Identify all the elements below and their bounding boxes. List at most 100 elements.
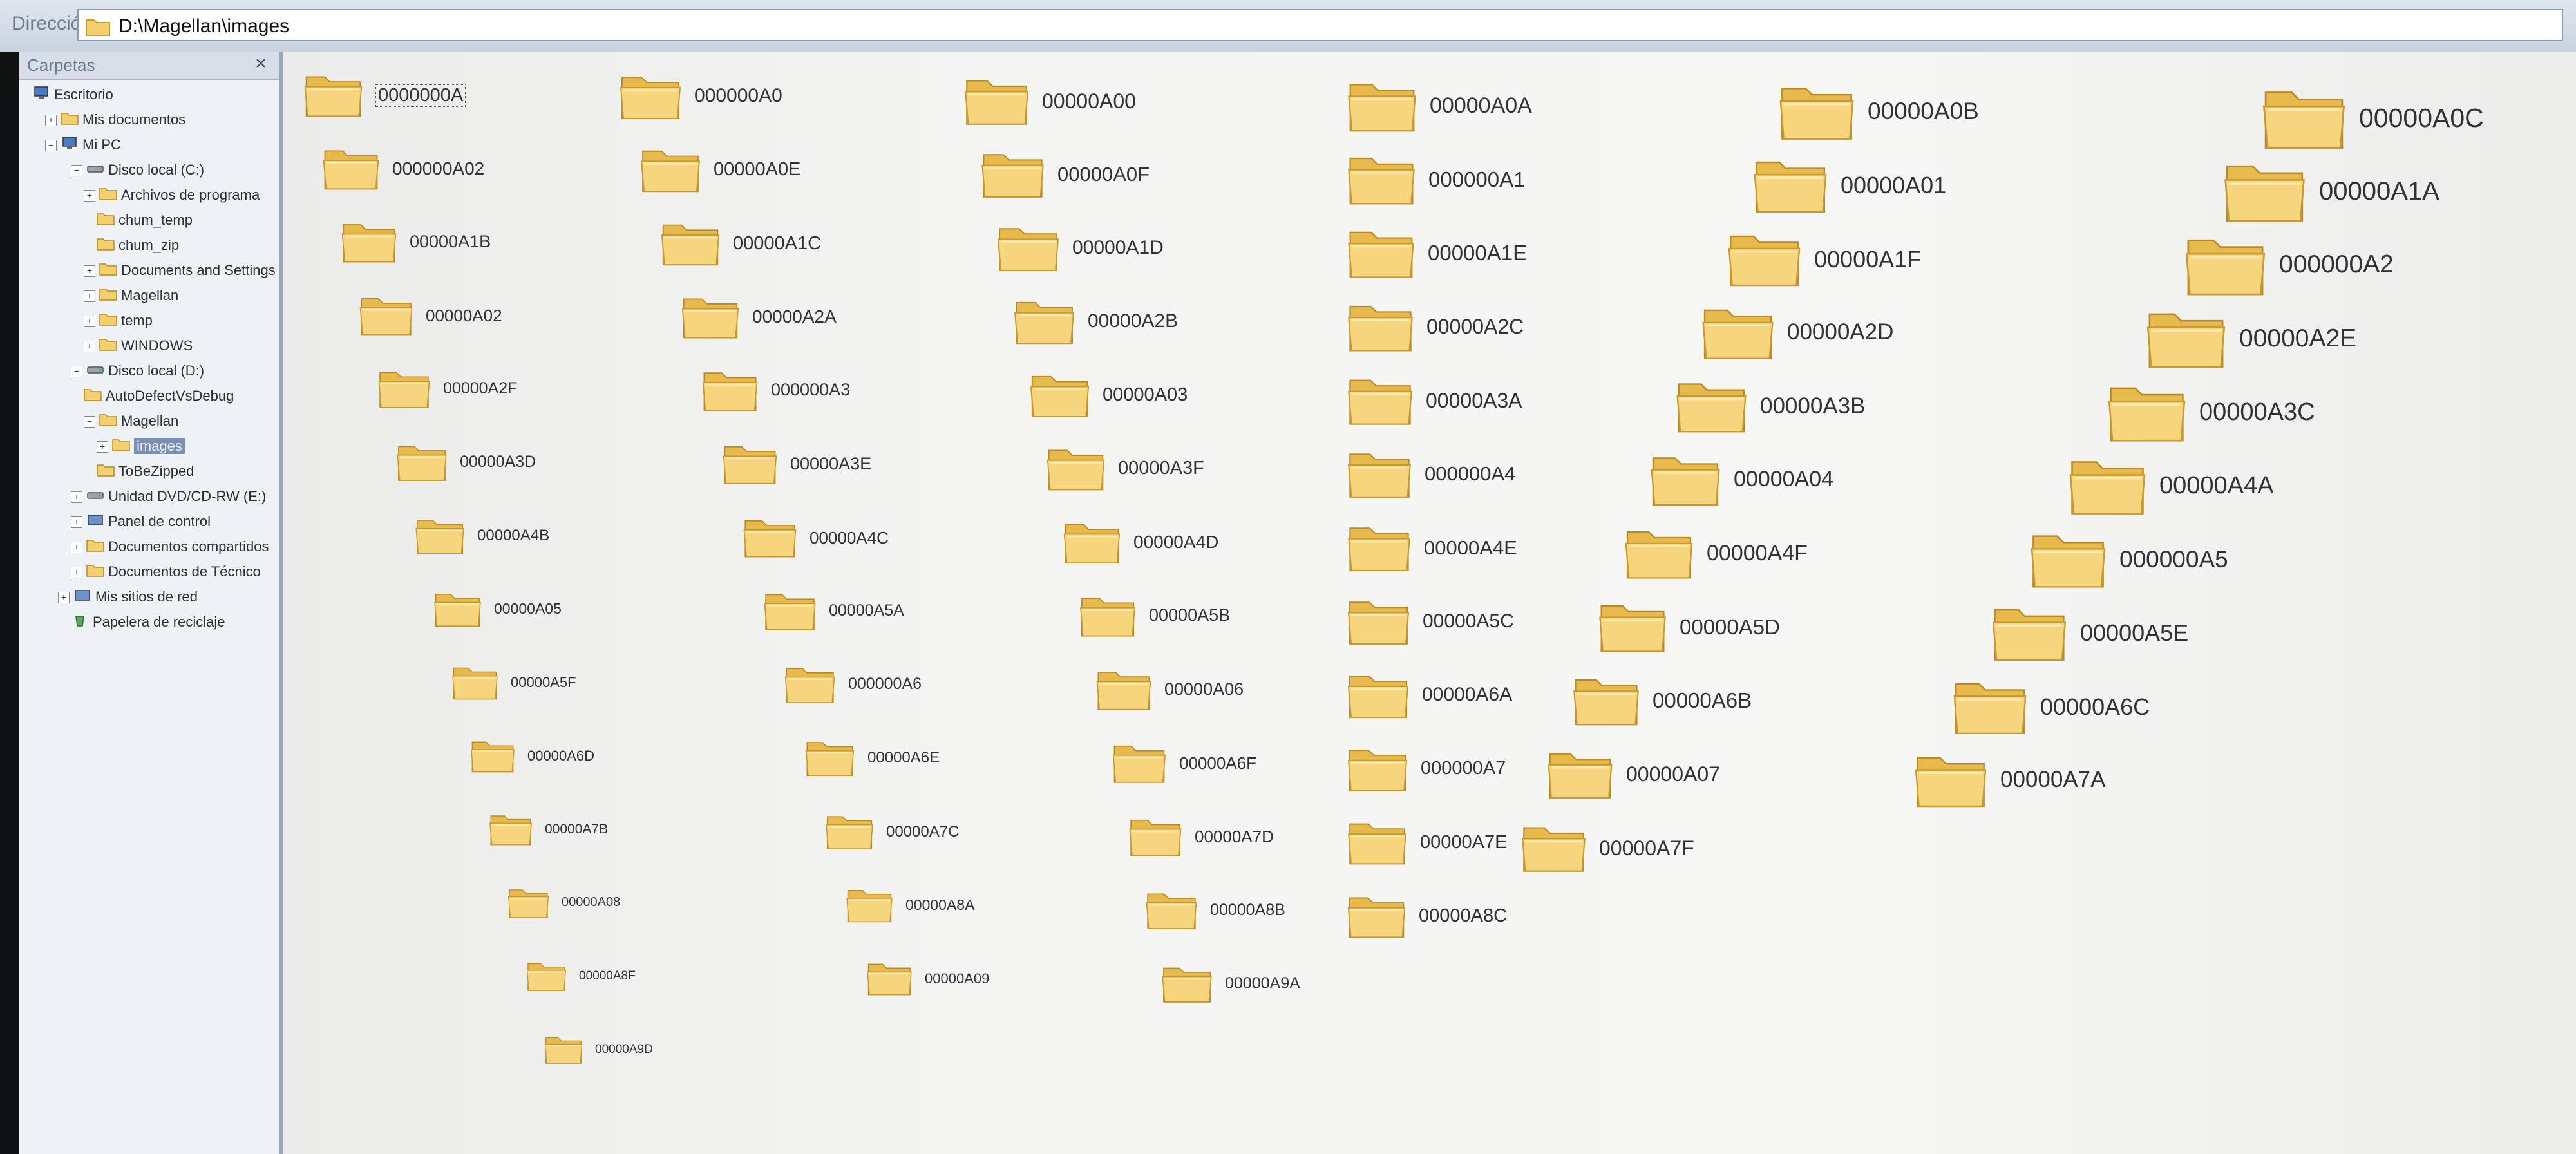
tree-item[interactable]: ToBeZipped (97, 459, 194, 484)
folder-item[interactable]: 000000A02 (321, 145, 612, 193)
folder-item[interactable]: 000000A4 (1346, 448, 1645, 501)
tree-item[interactable]: + Mis sitios de red (58, 585, 198, 609)
expand-icon[interactable]: + (58, 592, 70, 604)
folder-item[interactable]: 00000A3D (395, 441, 680, 484)
tree-item[interactable]: + WINDOWS (84, 334, 193, 358)
folder-item[interactable]: 00000A4E (1346, 522, 1644, 574)
tree-item[interactable]: + temp (84, 308, 153, 333)
folder-item[interactable]: 000000A5 (2029, 528, 2340, 592)
folder-item[interactable]: 00000A6E (804, 737, 1088, 779)
address-input[interactable]: D:\Magellan\images (77, 9, 2563, 41)
folder-item[interactable]: 00000A2B (1012, 296, 1308, 347)
folder-item[interactable]: 00000A7C (824, 811, 1106, 852)
tree-item[interactable]: chum_zip (97, 233, 179, 258)
folder-item[interactable]: 00000A4F (1623, 525, 1927, 582)
folder-item[interactable]: 00000A01 (1752, 155, 2061, 216)
folder-item[interactable]: 00000A03 (1028, 370, 1323, 421)
folder-item[interactable]: 00000A5D (1597, 599, 1900, 656)
collapse-icon[interactable]: − (84, 416, 95, 428)
folder-item[interactable]: 00000A4B (414, 515, 697, 556)
folder-item[interactable]: 00000A8A (845, 885, 1126, 925)
folder-item[interactable]: 00000A2F (377, 367, 663, 411)
folder-item[interactable]: 00000A0B (1777, 80, 2088, 144)
folder-item[interactable]: 00000A07 (1546, 747, 1846, 802)
folder-item[interactable]: 00000A3B (1674, 377, 1980, 436)
tree-item[interactable]: AutoDefectVsDebug (84, 384, 234, 408)
folder-item[interactable]: 00000A7A (1913, 750, 2221, 811)
tree-item[interactable]: + Magellan (84, 283, 178, 308)
folder-item[interactable]: 00000A1C (659, 219, 953, 269)
folder-item[interactable]: 00000A6C (1951, 676, 2260, 738)
folder-item[interactable]: 00000A8F (526, 960, 799, 993)
folder-item[interactable]: 00000A0A (1346, 77, 1650, 135)
folder-item[interactable]: 0000000A (303, 71, 596, 120)
tree-item[interactable]: + Documents and Settings (84, 258, 276, 283)
folder-item[interactable]: 00000A1A (2222, 158, 2539, 226)
expand-icon[interactable]: + (84, 190, 95, 202)
folder-item[interactable]: 00000A7B (488, 811, 765, 847)
folder-item[interactable]: 00000A2E (2145, 306, 2459, 372)
folder-item[interactable]: 00000A0C (2260, 84, 2576, 153)
folder-item[interactable]: 00000A2D (1700, 303, 2007, 363)
folder-item[interactable]: 00000A8C (1346, 892, 1639, 941)
tree-item[interactable]: chum_temp (97, 208, 193, 232)
tree-item[interactable]: Papelera de reciclaje (71, 610, 225, 634)
folder-item[interactable]: 00000A2A (680, 293, 972, 341)
folder-item[interactable]: 00000A08 (507, 885, 782, 920)
tree-item[interactable]: Escritorio (32, 82, 113, 107)
tree-item[interactable]: − Disco local (D:) (71, 359, 204, 383)
tree-item[interactable]: − Magellan (84, 409, 178, 433)
expand-icon[interactable]: + (71, 491, 82, 504)
folder-item[interactable]: 00000A4D (1062, 518, 1354, 567)
folder-item[interactable]: 00000A0E (639, 145, 934, 195)
tree-item[interactable]: − Disco local (C:) (71, 158, 204, 182)
expand-icon[interactable]: + (71, 542, 82, 554)
folder-item[interactable]: 00000A09 (866, 960, 1145, 998)
collapse-icon[interactable]: − (71, 366, 82, 378)
folder-item[interactable]: 00000A3F (1045, 444, 1338, 493)
expand-icon[interactable]: + (84, 341, 95, 353)
close-icon[interactable]: × (251, 53, 270, 75)
folder-item[interactable]: 00000A5F (451, 663, 731, 702)
tree-item[interactable]: + images (97, 434, 185, 459)
folder-item[interactable]: 00000A9A (1160, 963, 1445, 1005)
tree-item[interactable]: + Documentos de Técnico (71, 560, 261, 584)
folder-item[interactable]: 000000A0 (618, 71, 914, 122)
expand-icon[interactable]: + (84, 316, 95, 328)
expand-icon[interactable]: + (84, 265, 95, 278)
folder-item[interactable]: 00000A4C (742, 515, 1030, 560)
folder-item[interactable]: 00000A1D (996, 222, 1293, 274)
folder-item[interactable]: 00000A00 (963, 74, 1262, 128)
expand-icon[interactable]: + (71, 567, 82, 579)
folder-item[interactable]: 00000A6D (469, 737, 748, 775)
expand-icon[interactable]: + (71, 516, 82, 529)
folder-item[interactable]: 00000A1B (340, 219, 630, 265)
folder-item[interactable]: 00000A4A (2067, 454, 2380, 518)
folder-item[interactable]: 00000A1E (1346, 225, 1648, 281)
folder-item[interactable]: 000000A3 (701, 367, 991, 414)
tree-item[interactable]: + Documentos compartidos (71, 534, 269, 559)
tree-item[interactable]: + Panel de control (71, 509, 211, 534)
folder-item[interactable]: 00000A6B (1571, 673, 1873, 729)
folder-item[interactable]: 00000A3E (721, 441, 1010, 487)
folder-item[interactable]: 00000A3A (1346, 374, 1646, 428)
folder-item[interactable]: 000000A2 (2183, 232, 2499, 299)
expand-icon[interactable]: + (45, 115, 57, 127)
tree-item[interactable]: + Mis documentos (45, 108, 185, 132)
folder-item[interactable]: 00000A04 (1649, 451, 1954, 509)
folder-item[interactable]: 00000A5E (1990, 602, 2300, 665)
folder-item[interactable]: 000000A6 (783, 663, 1068, 706)
folder-item[interactable]: 00000A5B (1078, 592, 1369, 639)
tree-item[interactable]: − Mi PC (45, 133, 121, 157)
collapse-icon[interactable]: − (71, 165, 82, 177)
folder-item[interactable]: 00000A2C (1346, 299, 1647, 355)
folder-item[interactable]: 00000A9D (544, 1034, 815, 1066)
collapse-icon[interactable]: − (45, 140, 57, 152)
expand-icon[interactable]: + (84, 290, 95, 303)
folder-item[interactable]: 000000A1 (1346, 151, 1649, 208)
folder-item[interactable]: 00000A06 (1095, 667, 1385, 713)
folder-item[interactable]: 00000A3C (2106, 380, 2420, 446)
expand-icon[interactable]: + (97, 441, 108, 453)
folder-item[interactable]: 00000A05 (433, 589, 714, 629)
tree-item[interactable]: + Archivos de programa (84, 183, 260, 207)
